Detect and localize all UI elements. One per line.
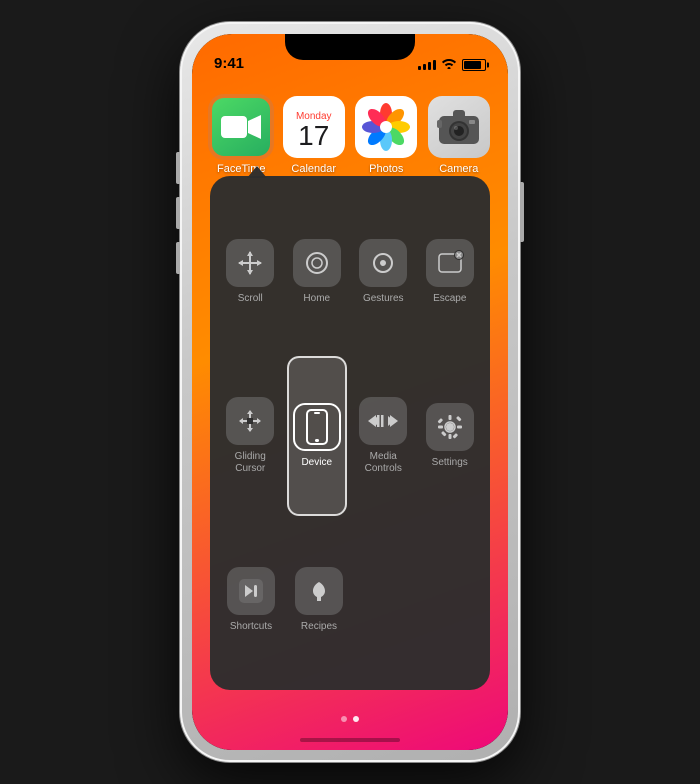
menu-label-scroll: Scroll bbox=[238, 293, 263, 305]
menu-item-shortcuts[interactable]: Shortcuts bbox=[220, 520, 282, 680]
menu-row-3: Shortcuts Recipes bbox=[220, 520, 480, 680]
menu-item-scroll[interactable]: Scroll bbox=[220, 192, 281, 352]
page-dot-1[interactable] bbox=[341, 716, 347, 722]
app-photos[interactable]: Photos bbox=[355, 96, 418, 175]
menu-row-2: Gliding Cursor Device bbox=[220, 356, 480, 516]
notch bbox=[285, 34, 415, 60]
menu-label-settings: Settings bbox=[432, 457, 468, 469]
menu-label-device: Device bbox=[301, 457, 332, 469]
app-calendar[interactable]: Monday 17 Calendar bbox=[283, 96, 346, 175]
menu-label-escape: Escape bbox=[433, 293, 466, 305]
app-grid: FaceTime Monday 17 Calendar bbox=[192, 86, 508, 185]
menu-item-settings[interactable]: Settings bbox=[420, 356, 481, 516]
menu-item-media-controls[interactable]: Media Controls bbox=[353, 356, 414, 516]
power-button[interactable] bbox=[520, 182, 524, 242]
page-dots bbox=[192, 716, 508, 722]
wifi-icon bbox=[441, 57, 457, 72]
app-camera[interactable]: Camera bbox=[428, 96, 491, 175]
app-label-camera: Camera bbox=[439, 163, 478, 175]
menu-label-gestures: Gestures bbox=[363, 293, 404, 305]
mute-button[interactable] bbox=[176, 242, 180, 274]
menu-label-shortcuts: Shortcuts bbox=[230, 621, 272, 633]
status-icons bbox=[418, 57, 486, 72]
menu-label-gliding-cursor: Gliding Cursor bbox=[235, 451, 266, 475]
home-indicator bbox=[300, 738, 400, 742]
menu-item-device[interactable]: Device bbox=[287, 356, 348, 516]
page-dot-2[interactable] bbox=[353, 716, 359, 722]
menu-item-recipes[interactable]: Recipes bbox=[288, 520, 350, 680]
menu-row-1: Scroll Home bbox=[220, 192, 480, 352]
menu-item-gliding-cursor[interactable]: Gliding Cursor bbox=[220, 356, 281, 516]
calendar-day: 17 bbox=[298, 122, 329, 150]
screen: 9:41 bbox=[192, 34, 508, 750]
menu-label-home: Home bbox=[303, 293, 330, 305]
app-facetime[interactable]: FaceTime bbox=[210, 96, 273, 175]
menu-item-home[interactable]: Home bbox=[287, 192, 348, 352]
menu-label-media-controls: Media Controls bbox=[365, 451, 402, 475]
app-label-calendar: Calendar bbox=[291, 163, 336, 175]
volume-up-button[interactable] bbox=[176, 152, 180, 184]
signal-icon bbox=[418, 60, 436, 70]
app-label-photos: Photos bbox=[369, 163, 403, 175]
menu-item-escape[interactable]: Escape bbox=[420, 192, 481, 352]
menu-label-recipes: Recipes bbox=[301, 621, 337, 633]
menu-item-empty bbox=[356, 520, 480, 680]
battery-icon bbox=[462, 59, 486, 71]
assistive-menu: Scroll Home bbox=[210, 176, 490, 690]
phone-outer: 9:41 bbox=[180, 22, 520, 762]
menu-item-gestures[interactable]: Gestures bbox=[353, 192, 414, 352]
phone-inner: 9:41 bbox=[192, 34, 508, 750]
volume-down-button[interactable] bbox=[176, 197, 180, 229]
